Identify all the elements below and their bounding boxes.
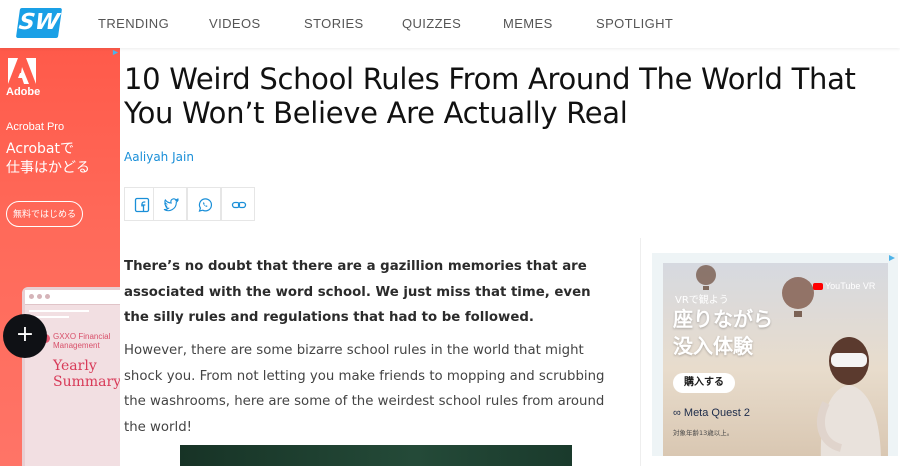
ad-laptop-image: GXXO Financial Management Yearly Summary	[22, 287, 120, 466]
facebook-icon	[134, 197, 150, 213]
left-advertisement[interactable]: Adobe Acrobat Pro Acrobatで 仕事はかどる 無料ではじめ…	[0, 48, 120, 466]
ad-brand: Adobe	[6, 86, 41, 98]
ad-choices-icon[interactable]	[888, 254, 896, 262]
ad-headline: Acrobatで 仕事はかどる	[6, 141, 90, 176]
nav-item-quizzes[interactable]: QUIZZES	[402, 16, 461, 31]
site-logo[interactable]: SW	[15, 8, 63, 38]
share-whatsapp-button[interactable]	[187, 187, 221, 221]
twitter-icon	[163, 198, 179, 212]
link-icon	[231, 201, 247, 209]
share-link-button[interactable]	[221, 187, 255, 221]
youtube-icon	[813, 283, 823, 291]
buy-button[interactable]: 購入する	[673, 373, 735, 393]
age-notice: 対象年齢13歳以上。	[673, 429, 734, 437]
column-divider	[640, 238, 641, 466]
meta-quest-ad[interactable]: YouTube VR VRで観よう 座りながら 没入体験 購入する ∞ Meta…	[663, 263, 888, 456]
ad-tagline: VRで観よう	[675, 295, 729, 306]
nav-item-spotlight[interactable]: SPOTLIGHT	[596, 16, 673, 31]
adobe-logo-icon	[8, 58, 36, 84]
laptop-toolbar	[25, 290, 120, 305]
laptop-company-name: GXXO Financial Management	[53, 332, 111, 350]
nav-item-trending[interactable]: TRENDING	[98, 16, 169, 31]
nav-item-stories[interactable]: STORIES	[304, 16, 364, 31]
article-lead-paragraph: There’s no doubt that there are a gazill…	[124, 259, 591, 325]
share-twitter-button[interactable]	[153, 187, 187, 221]
article-title: 10 Weird School Rules From Around The Wo…	[124, 62, 856, 130]
nav-item-videos[interactable]: VIDEOS	[209, 16, 261, 31]
article-image	[180, 445, 572, 466]
meta-quest-brand: ∞ Meta Quest 2	[673, 407, 750, 419]
person-with-vr-headset-image	[817, 337, 881, 456]
nav-item-memes[interactable]: MEMES	[503, 16, 553, 31]
laptop-document-title: Yearly Summary	[53, 358, 120, 390]
article-body-paragraph: However, there are some bizarre school r…	[124, 343, 605, 435]
article-author[interactable]: Aaliyah Jain	[124, 150, 194, 164]
ad-cta-button[interactable]: 無料ではじめる	[6, 201, 83, 227]
whatsapp-icon	[198, 198, 213, 212]
add-floating-button[interactable]: +	[3, 314, 47, 358]
ad-product: Acrobat Pro	[6, 121, 65, 133]
ad-choices-icon[interactable]	[112, 49, 119, 56]
balloon-image	[696, 265, 716, 290]
youtube-vr-badge: YouTube VR	[813, 281, 875, 291]
top-navigation: SW TRENDING VIDEOS STORIES QUIZZES MEMES…	[0, 0, 900, 48]
